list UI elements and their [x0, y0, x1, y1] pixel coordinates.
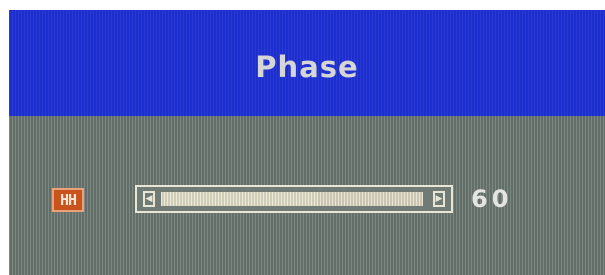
slider-track[interactable] — [161, 192, 423, 206]
phase-value: 60 — [471, 185, 513, 213]
osd-header: Phase — [9, 10, 605, 116]
left-arrow-icon[interactable]: ◀ — [143, 191, 155, 207]
slider-fill — [161, 192, 319, 206]
right-arrow-icon[interactable]: ▶ — [433, 191, 445, 207]
phase-slider[interactable]: ◀ ▶ — [135, 185, 453, 213]
phase-control-icon: HH — [52, 188, 84, 212]
osd-window: Phase HH ◀ ▶ 60 — [9, 10, 605, 275]
page-title: Phase — [255, 50, 359, 84]
osd-body: HH ◀ ▶ 60 — [9, 116, 605, 275]
